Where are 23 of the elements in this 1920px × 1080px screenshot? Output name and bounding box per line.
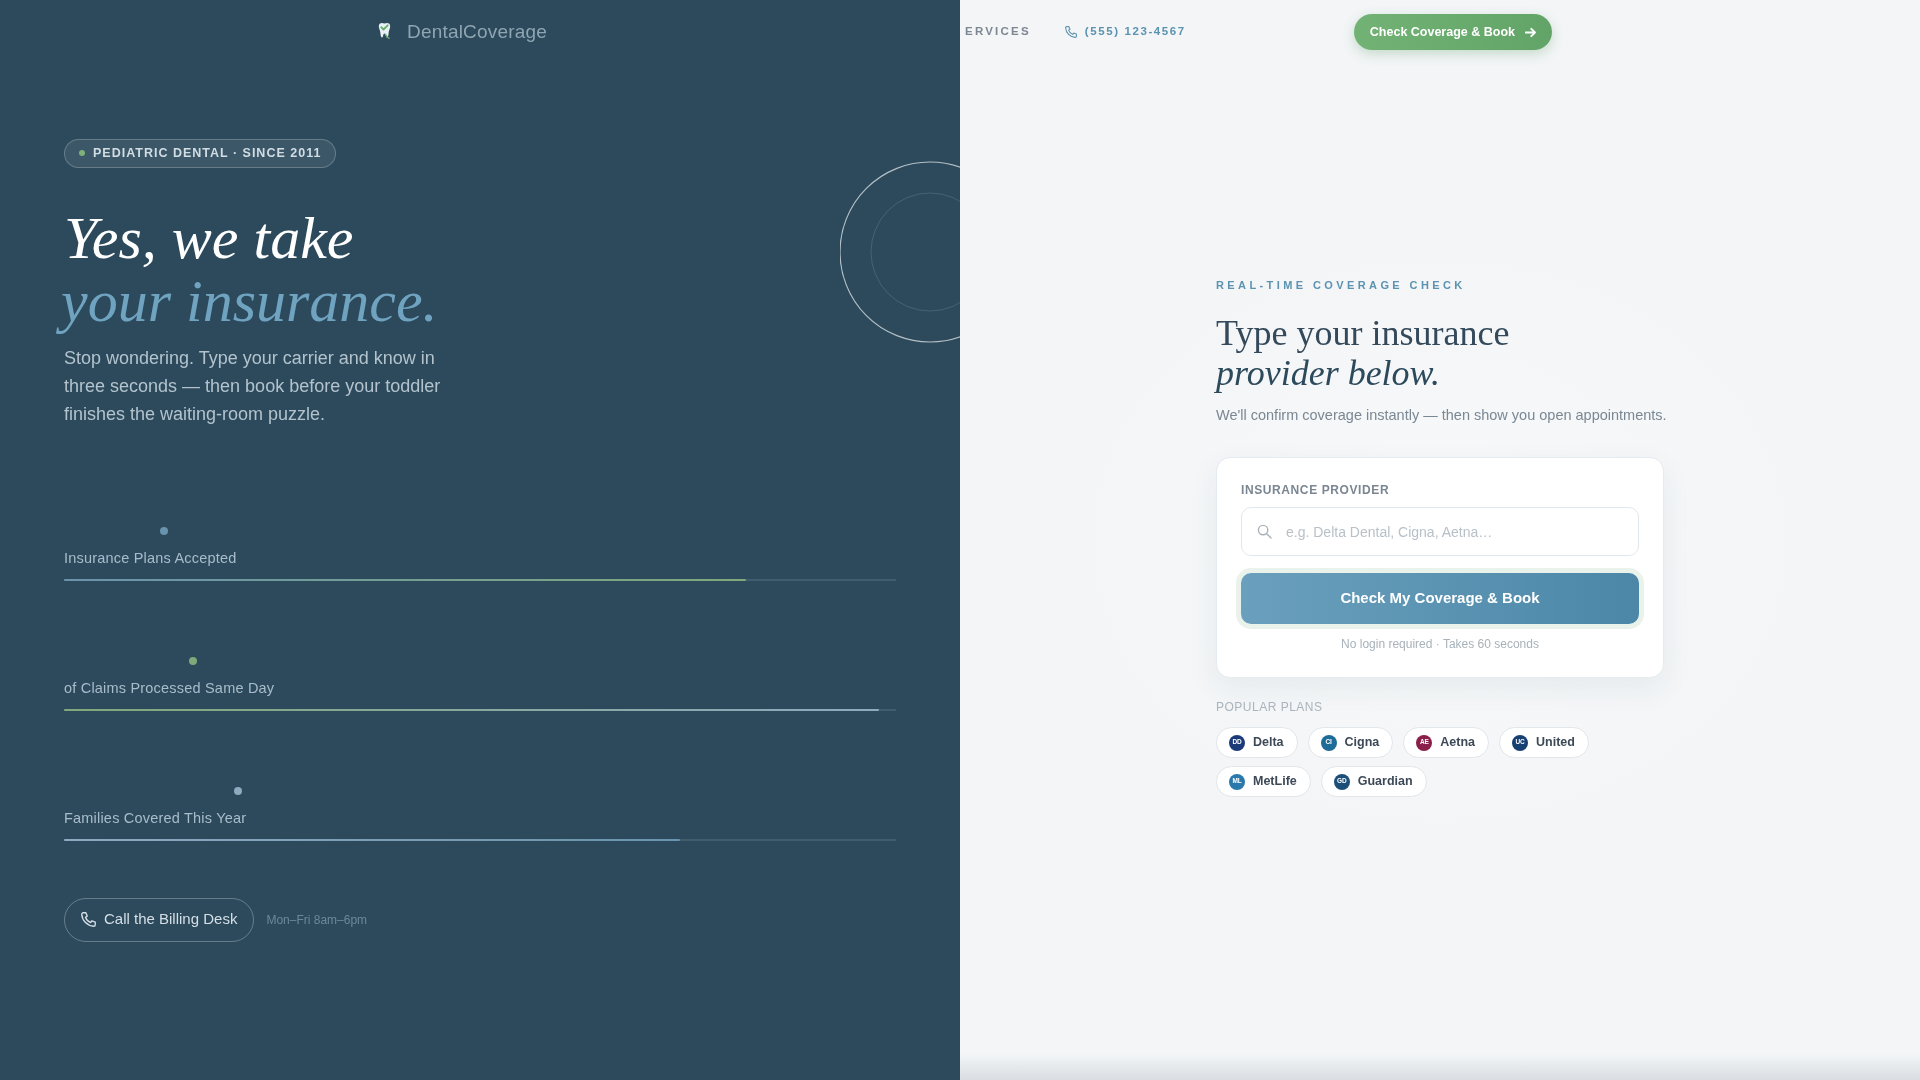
eyebrow-text: REAL-TIME COVERAGE CHECK [1216,278,1466,293]
popular-label: POPULAR PLANS [1216,699,1323,715]
section-heading: provider below. [1213,353,1441,393]
tooth-icon [378,22,391,42]
hours-text: Mon–Fri 8am–6pm [266,911,368,929]
stat-label: of Claims Processed Same Day [64,678,275,698]
logo-text: DentalCoverage [407,19,548,44]
phone-icon [1064,26,1077,38]
stat-label: Families Covered This Year [64,808,247,828]
search-icon [1257,524,1272,539]
hero-description: Stop wondering. Type your carrier and know in three seconds — then book before your toddler finishes the waiting-room puzzle. [64,346,442,426]
arrow-icon [1525,26,1536,38]
stat-label: Insurance Plans Accepted [64,548,237,568]
section-subtitle: We'll confirm coverage instantly — then show you open appointments. [1216,406,1667,425]
status-dot [79,150,85,156]
phone-icon [81,912,96,927]
hero-heading: your insurance. [53,269,446,333]
section-heading: Type your insurance [1216,313,1511,353]
field-label: INSURANCE PROVIDER [1241,483,1390,497]
form-note: No login required · Takes 60 seconds [1341,636,1539,652]
tag-pill: PEDIATRIC DENTAL · SINCE 2011 [64,138,337,168]
hero-heading: Yes, we take [63,206,355,270]
provider-input[interactable]: e.g. Delta Dental, Cigna, Aetna… [1241,507,1639,556]
